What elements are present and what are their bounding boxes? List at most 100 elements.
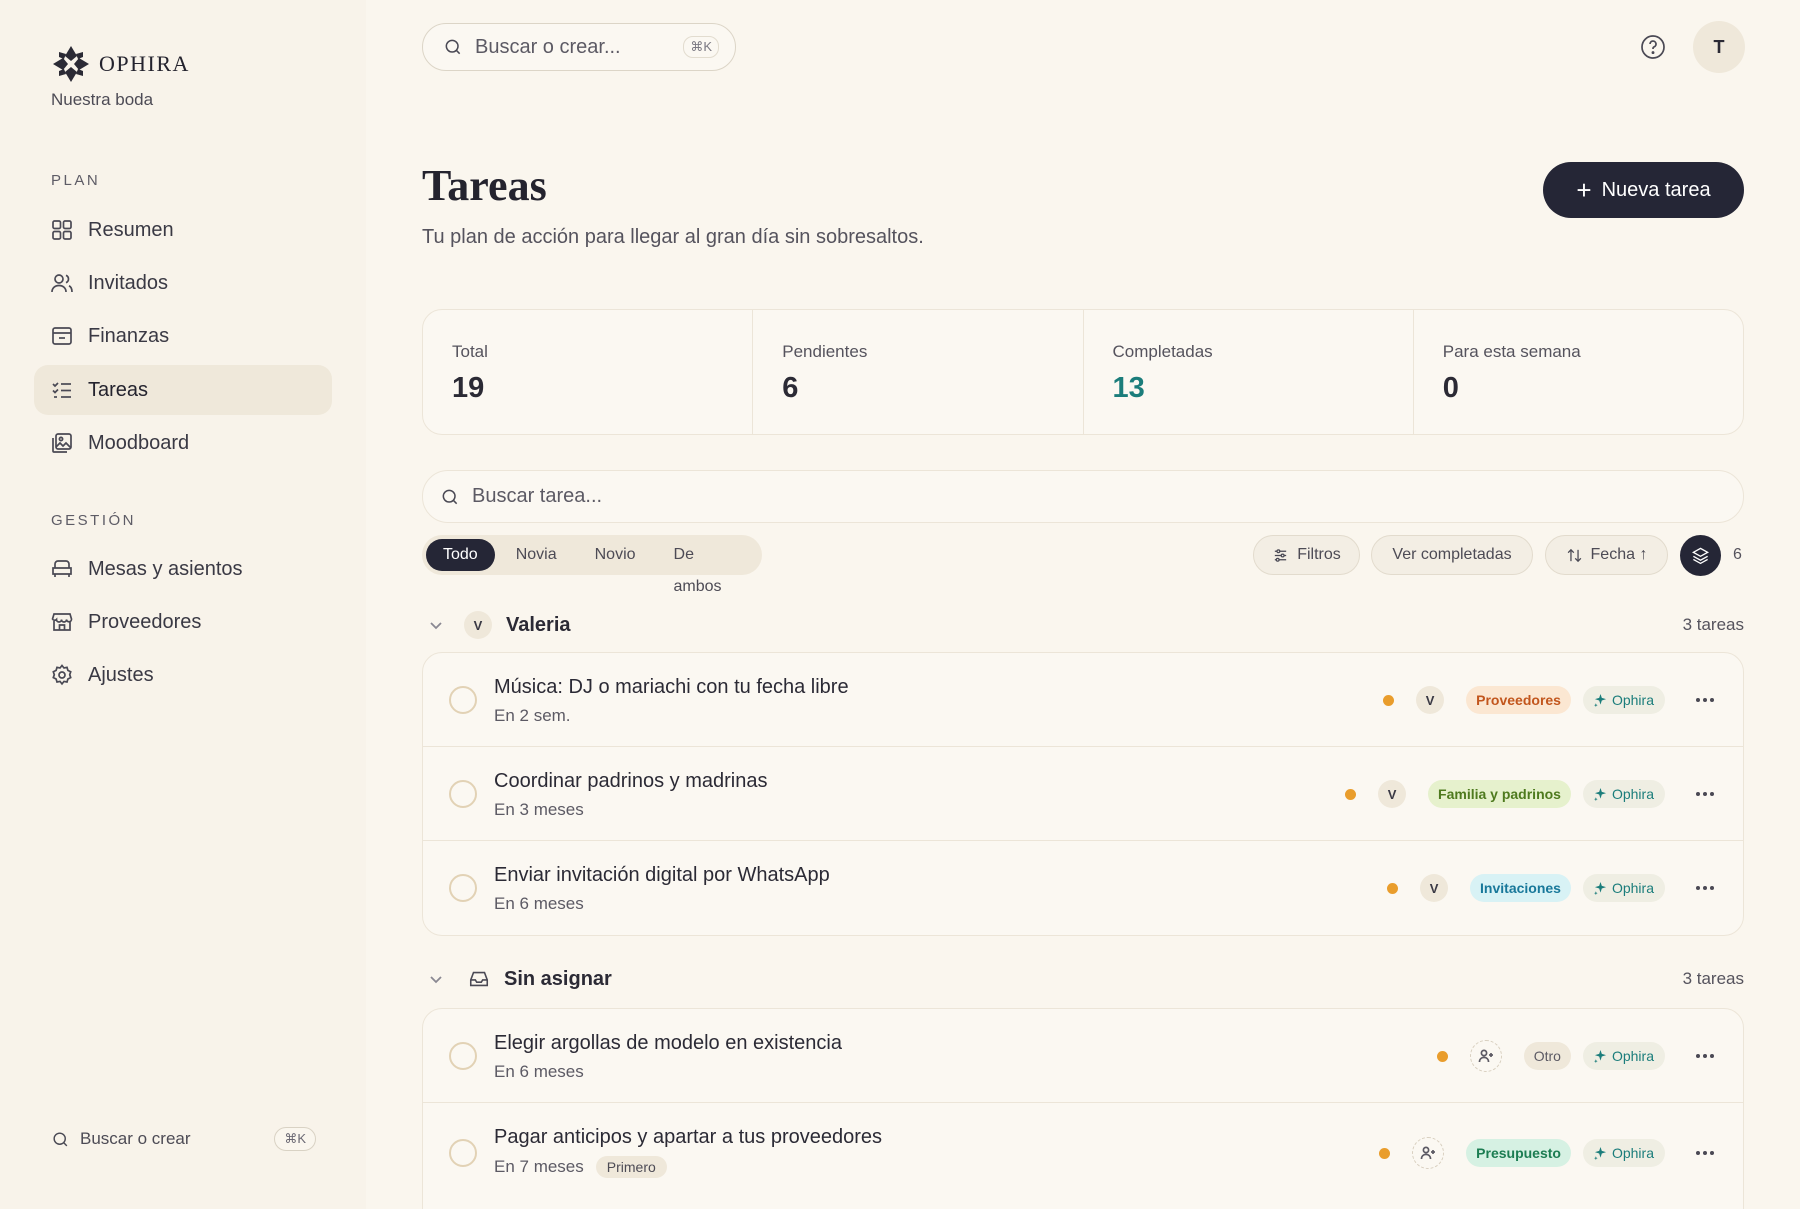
assign-person-button[interactable] (1469, 1040, 1502, 1072)
page-subtitle: Tu plan de acción para llegar al gran dí… (422, 226, 924, 248)
more-options-icon[interactable] (1693, 1044, 1717, 1068)
sidebar-item-finanzas[interactable]: Finanzas (34, 311, 332, 361)
stat-pendientes: Pendientes 6 (753, 310, 1084, 434)
stat-label: Pendientes (782, 342, 868, 361)
task-list-valeria: Música: DJ o mariachi con tu fecha libre… (422, 652, 1744, 936)
brand-name: OPHIRA (99, 51, 190, 76)
user-plus-icon (1420, 1146, 1436, 1160)
global-search-input[interactable]: Buscar o crear... ⌘K (422, 23, 736, 71)
assign-person-button[interactable] (1412, 1137, 1445, 1169)
sparkle-icon (1593, 693, 1607, 707)
task-due-text: En 7 meses (494, 1157, 584, 1176)
ophira-logo-icon (53, 46, 89, 82)
segment-de-ambos[interactable]: De ambos (657, 539, 758, 595)
ophira-assist-button[interactable]: Ophira (1582, 780, 1665, 808)
sort-button[interactable]: Fecha ↑ (1545, 535, 1668, 575)
task-complete-checkbox[interactable] (449, 1139, 477, 1167)
shortcut-badge: ⌘K (274, 1127, 316, 1151)
sort-icon (1567, 548, 1581, 562)
stats-panel: Total 19 Pendientes 6 Completadas 13 Par… (422, 309, 1744, 435)
sidebar-search[interactable]: Buscar o crear ⌘K (51, 1125, 316, 1153)
group-by-button[interactable] (1680, 535, 1721, 576)
task-meta: Otro Ophira (1436, 1009, 1717, 1103)
more-options-icon[interactable] (1693, 782, 1717, 806)
category-tag[interactable]: Proveedores (1466, 686, 1571, 714)
category-tag[interactable]: Otro (1523, 1042, 1571, 1070)
task-row[interactable]: Música: DJ o mariachi con tu fecha libre… (423, 653, 1743, 747)
search-icon (53, 1131, 68, 1146)
task-due-text: En 2 sem. (494, 706, 571, 725)
sidebar-item-invitados[interactable]: Invitados (34, 258, 332, 308)
section-label-plan: PLAN (51, 172, 101, 189)
task-complete-checkbox[interactable] (449, 780, 477, 808)
category-tag[interactable]: Invitaciones (1470, 874, 1571, 902)
shortcut-badge: ⌘K (683, 36, 719, 58)
show-completed-label: Ver completadas (1392, 546, 1512, 563)
more-options-icon[interactable] (1693, 876, 1717, 900)
more-options-icon[interactable] (1693, 688, 1717, 712)
task-meta: V Proveedores Ophira (1383, 653, 1717, 747)
ophira-assist-button[interactable]: Ophira (1582, 1042, 1665, 1070)
layers-icon (1691, 547, 1710, 565)
assignee-avatar[interactable]: V (1378, 780, 1407, 808)
group-task-count: 3 tareas (1682, 969, 1744, 988)
brand[interactable]: OPHIRA (51, 44, 190, 84)
segment-todo[interactable]: Todo (426, 539, 495, 571)
ophira-assist-button[interactable]: Ophira (1582, 686, 1665, 714)
global-search-placeholder: Buscar o crear... (475, 35, 621, 58)
new-task-button[interactable]: + Nueva tarea (1543, 162, 1744, 218)
gear-icon (52, 664, 72, 686)
sidebar-item-mesas[interactable]: Mesas y asientos (34, 544, 332, 594)
task-complete-checkbox[interactable] (449, 874, 477, 902)
group-avatar: V (464, 611, 492, 639)
sidebar-item-moodboard[interactable]: Moodboard (34, 418, 332, 468)
segment-novio[interactable]: Novio (578, 539, 653, 571)
task-meta: V Familia y padrinos Ophira (1345, 747, 1717, 841)
assignee-avatar[interactable]: V (1420, 874, 1449, 902)
filters-button[interactable]: Filtros (1253, 535, 1360, 575)
task-row[interactable]: Pagar anticipos y apartar a tus proveedo… (423, 1103, 1743, 1203)
more-options-icon[interactable] (1693, 1141, 1717, 1165)
sidebar-item-proveedores[interactable]: Proveedores (34, 597, 332, 647)
task-complete-checkbox[interactable] (449, 1042, 477, 1070)
sidebar-item-label: Finanzas (88, 324, 170, 347)
assignee-segmented-control: Todo Novia Novio De ambos (422, 535, 762, 595)
assignee-avatar[interactable]: V (1416, 686, 1445, 714)
task-row[interactable]: Elegir argollas de modelo en existencia … (423, 1009, 1743, 1103)
group-name: Valeria (506, 613, 571, 636)
ophira-assist-button[interactable]: Ophira (1582, 874, 1665, 902)
task-row[interactable]: Coordinar padrinos y madrinas En 3 meses… (423, 747, 1743, 841)
sidebar-item-label: Resumen (88, 218, 174, 241)
group-header-sin-asignar[interactable]: Sin asignar 3 tareas (422, 963, 1744, 995)
task-row[interactable]: Enviar invitación digital por WhatsApp E… (423, 841, 1743, 935)
task-meta: Presupuesto Ophira (1379, 1103, 1717, 1203)
ophira-label: Ophira (1611, 880, 1654, 896)
sidebar-item-ajustes[interactable]: Ajustes (34, 650, 332, 700)
sidebar-item-tareas[interactable]: Tareas (34, 365, 332, 415)
category-tag[interactable]: Presupuesto (1466, 1139, 1571, 1167)
sidebar-item-label: Proveedores (88, 610, 202, 633)
task-complete-checkbox[interactable] (449, 686, 477, 714)
ophira-assist-button[interactable]: Ophira (1582, 1139, 1665, 1167)
sidebar-item-resumen[interactable]: Resumen (34, 205, 332, 255)
show-completed-button[interactable]: Ver completadas (1371, 535, 1533, 575)
group-header-valeria[interactable]: V Valeria 3 tareas (422, 609, 1744, 641)
ophira-label: Ophira (1611, 1048, 1654, 1064)
chevron-down-icon[interactable] (428, 971, 444, 987)
user-avatar[interactable]: T (1693, 21, 1745, 73)
task-due-text: En 6 meses (494, 1062, 584, 1081)
users-icon (51, 274, 73, 293)
ophira-label: Ophira (1611, 786, 1654, 802)
help-icon[interactable] (1640, 34, 1666, 60)
grid-icon (52, 220, 72, 240)
segment-novia[interactable]: Novia (499, 539, 574, 571)
checklist-icon (52, 382, 71, 398)
chevron-down-icon[interactable] (428, 617, 444, 633)
task-search-input[interactable]: Buscar tarea... (422, 470, 1744, 523)
task-title: Música: DJ o mariachi con tu fecha libre (494, 676, 849, 698)
stat-label: Para esta semana (1442, 342, 1581, 361)
sidebar-search-label: Buscar o crear (80, 1129, 191, 1148)
stat-semana: Para esta semana 0 (1414, 310, 1743, 434)
stat-label: Total (452, 342, 488, 361)
category-tag[interactable]: Familia y padrinos (1428, 780, 1571, 808)
